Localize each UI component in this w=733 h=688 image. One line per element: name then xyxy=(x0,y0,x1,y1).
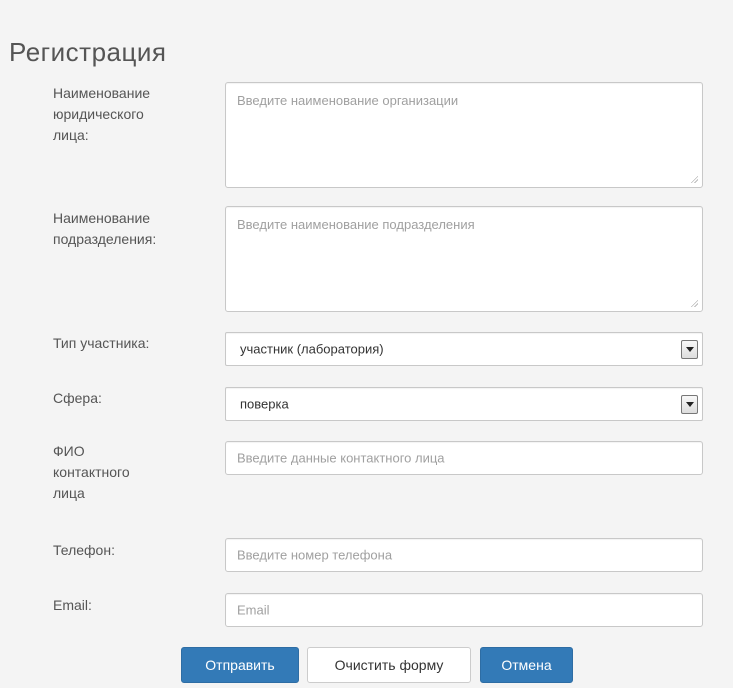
email-label: Email: xyxy=(53,597,92,613)
cancel-button[interactable]: Отмена xyxy=(480,647,573,683)
chevron-down-icon[interactable] xyxy=(681,395,698,414)
sphere-label: Сфера: xyxy=(53,390,102,406)
org-name-textarea[interactable]: Введите наименование организации xyxy=(225,82,703,188)
submit-button[interactable]: Отправить xyxy=(181,647,299,683)
resize-grip-icon[interactable] xyxy=(690,299,698,307)
phone-input[interactable]: Введите номер телефона xyxy=(225,538,703,572)
clear-form-button[interactable]: Очистить форму xyxy=(307,647,471,683)
email-placeholder: Email xyxy=(237,602,270,618)
participant-type-value: участник (лаборатория) xyxy=(240,341,384,357)
page-title: Регистрация xyxy=(9,37,167,67)
phone-placeholder: Введите номер телефона xyxy=(237,547,393,563)
sphere-select[interactable]: поверка xyxy=(225,387,703,421)
division-name-label: Наименование подразделения: xyxy=(53,210,157,247)
chevron-down-icon[interactable] xyxy=(681,340,698,359)
contact-name-placeholder: Введите данные контактного лица xyxy=(237,450,445,466)
sphere-value: поверка xyxy=(240,396,289,412)
phone-label: Телефон: xyxy=(53,542,115,558)
contact-name-label: ФИО контактного лица xyxy=(53,443,130,501)
division-name-placeholder: Введите наименование подразделения xyxy=(237,217,475,232)
participant-type-label: Тип участника: xyxy=(53,335,150,351)
org-name-placeholder: Введите наименование организации xyxy=(237,93,459,108)
division-name-textarea[interactable]: Введите наименование подразделения xyxy=(225,206,703,312)
contact-name-input[interactable]: Введите данные контактного лица xyxy=(225,441,703,475)
org-name-label: Наименование юридического лица: xyxy=(53,85,151,143)
email-input[interactable]: Email xyxy=(225,593,703,627)
participant-type-select[interactable]: участник (лаборатория) xyxy=(225,332,703,366)
resize-grip-icon[interactable] xyxy=(690,175,698,183)
